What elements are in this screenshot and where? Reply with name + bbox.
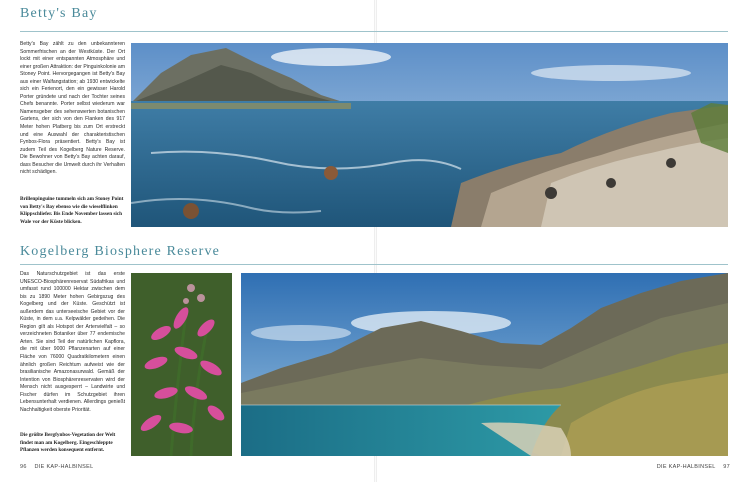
fynbos-flower-illustration <box>131 273 232 456</box>
section-heading-bettys-bay: Betty's Bay <box>20 6 98 21</box>
running-title-right: DIE KAP-HALBINSEL <box>656 464 716 470</box>
photo-fynbos-flowers <box>131 273 232 456</box>
photo-caption-kogelberg: Die größte Bergfynbos-Vegetation der Wel… <box>20 432 116 454</box>
heading-rule <box>20 31 728 32</box>
photo-caption-bettys-bay: Brillenpinguine tummeln sich am Stoney P… <box>20 196 124 225</box>
heading-rule <box>20 264 728 265</box>
photo-bettys-bay-coast <box>131 43 728 227</box>
body-text-bettys-bay: Betty's Bay zählt zu den unbekannteren S… <box>20 41 125 176</box>
section-heading-kogelberg: Kogelberg Biosphere Reserve <box>20 244 221 259</box>
footer-left: 96 DIE KAP-HALBINSEL <box>20 464 93 470</box>
page-number-right: 97 <box>723 464 730 470</box>
kogelberg-landscape-illustration <box>241 273 728 456</box>
body-text-kogelberg: Das Naturschutzgebiet ist das erste UNES… <box>20 271 125 413</box>
page-number-left: 96 <box>20 464 27 470</box>
bettys-bay-illustration <box>131 43 728 227</box>
photo-kogelberg-landscape <box>241 273 728 456</box>
running-title-left: DIE KAP-HALBINSEL <box>34 464 94 470</box>
footer-right: DIE KAP-HALBINSEL 97 <box>657 464 730 470</box>
book-spread: Betty's Bay Betty's Bay zählt zu den unb… <box>0 0 750 482</box>
